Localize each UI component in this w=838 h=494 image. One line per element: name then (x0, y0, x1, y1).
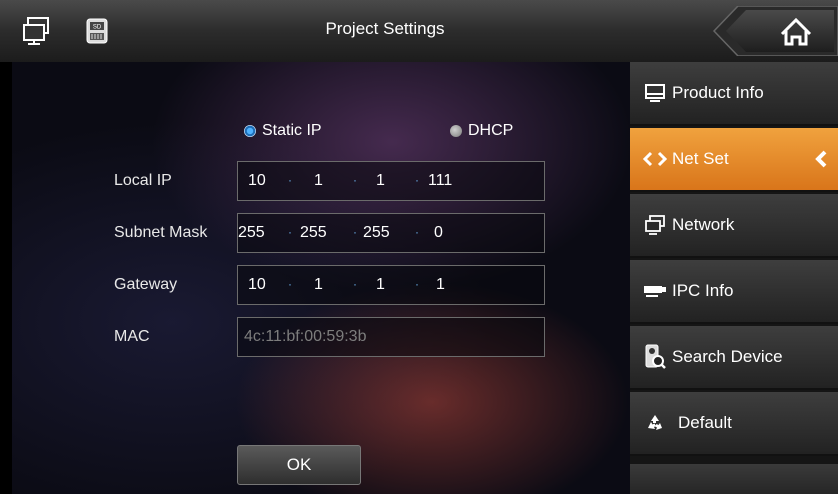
sidebar-item-net-set[interactable]: Net Set (630, 128, 838, 192)
gateway-label: Gateway (114, 276, 178, 293)
subnet-mask-octet-3[interactable]: 255 (363, 224, 390, 242)
sidebar-item-label: Net Set (672, 149, 729, 168)
sidebar-item-label: Default (678, 413, 732, 432)
network-computer-icon (642, 212, 668, 238)
local-ip-label: Local IP (114, 172, 172, 189)
static-ip-label: Static IP (262, 122, 322, 139)
sidebar-item-label: Search Device (672, 347, 783, 366)
gateway-octet-4[interactable]: 1 (436, 276, 445, 294)
page-title: Project Settings (325, 19, 445, 38)
sidebar-item-ipc-info[interactable]: IPC Info (630, 260, 838, 324)
sidebar-item-label: IPC Info (672, 281, 734, 300)
subnet-mask-field[interactable]: 255 · 255 · 255 · 0 (237, 213, 545, 253)
dhcp-radio[interactable]: DHCP (450, 122, 513, 140)
subnet-mask-octet-4[interactable]: 0 (434, 224, 443, 242)
monitor-icon (642, 80, 668, 106)
sidebar-item-default[interactable]: Default (630, 392, 838, 456)
top-bar: SD Project Settings (0, 0, 838, 63)
sidebar-footer (630, 464, 838, 494)
chevron-left-icon (814, 149, 828, 169)
static-ip-radio[interactable]: Static IP (244, 122, 322, 140)
local-ip-octet-4[interactable]: 111 (428, 172, 452, 190)
gateway-field[interactable]: 10 · 1 · 1 · 1 (237, 265, 545, 305)
camera-icon (642, 278, 668, 304)
mac-label: MAC (114, 328, 150, 345)
home-button[interactable] (712, 5, 838, 57)
sidebar-item-network[interactable]: Network (630, 194, 838, 258)
svg-text:SD: SD (93, 25, 102, 31)
sidebar-item-label: Product Info (672, 83, 764, 102)
code-brackets-icon (642, 146, 668, 172)
local-ip-octet-2[interactable]: 1 (314, 172, 323, 190)
local-ip-octet-3[interactable]: 1 (376, 172, 385, 190)
dhcp-label: DHCP (468, 122, 514, 139)
radio-selected-icon (244, 125, 256, 137)
subnet-mask-label: Subnet Mask (114, 224, 208, 241)
screen: SD Project Settings Static IP DHCP Local… (0, 0, 838, 494)
gateway-octet-1[interactable]: 10 (248, 276, 266, 294)
radio-unselected-icon (450, 125, 462, 137)
net-settings-panel: Static IP DHCP Local IP 10 · 1 · 1 · 111… (12, 62, 630, 494)
network-computer-icon[interactable] (20, 14, 54, 48)
sidebar-item-product-info[interactable]: Product Info (630, 62, 838, 126)
subnet-mask-octet-2[interactable]: 255 (300, 224, 327, 242)
mac-field: 4c:11:bf:00:59:3b (237, 317, 545, 357)
gateway-octet-2[interactable]: 1 (314, 276, 323, 294)
left-edge (0, 62, 12, 494)
sidebar-item-label: Network (672, 215, 735, 234)
search-device-icon (642, 344, 668, 370)
local-ip-field[interactable]: 10 · 1 · 1 · 111 (237, 161, 545, 201)
gateway-octet-3[interactable]: 1 (376, 276, 385, 294)
subnet-mask-octet-1[interactable]: 255 (238, 224, 265, 242)
recycle-icon (642, 410, 668, 436)
mac-value: 4c:11:bf:00:59:3b (244, 328, 367, 345)
ok-button[interactable]: OK (237, 445, 361, 485)
sidebar: Product Info Net Set Network IPC Info Se… (630, 62, 838, 494)
sidebar-item-search-device[interactable]: Search Device (630, 326, 838, 390)
sd-card-icon[interactable]: SD (80, 14, 114, 48)
local-ip-octet-1[interactable]: 10 (248, 172, 266, 190)
